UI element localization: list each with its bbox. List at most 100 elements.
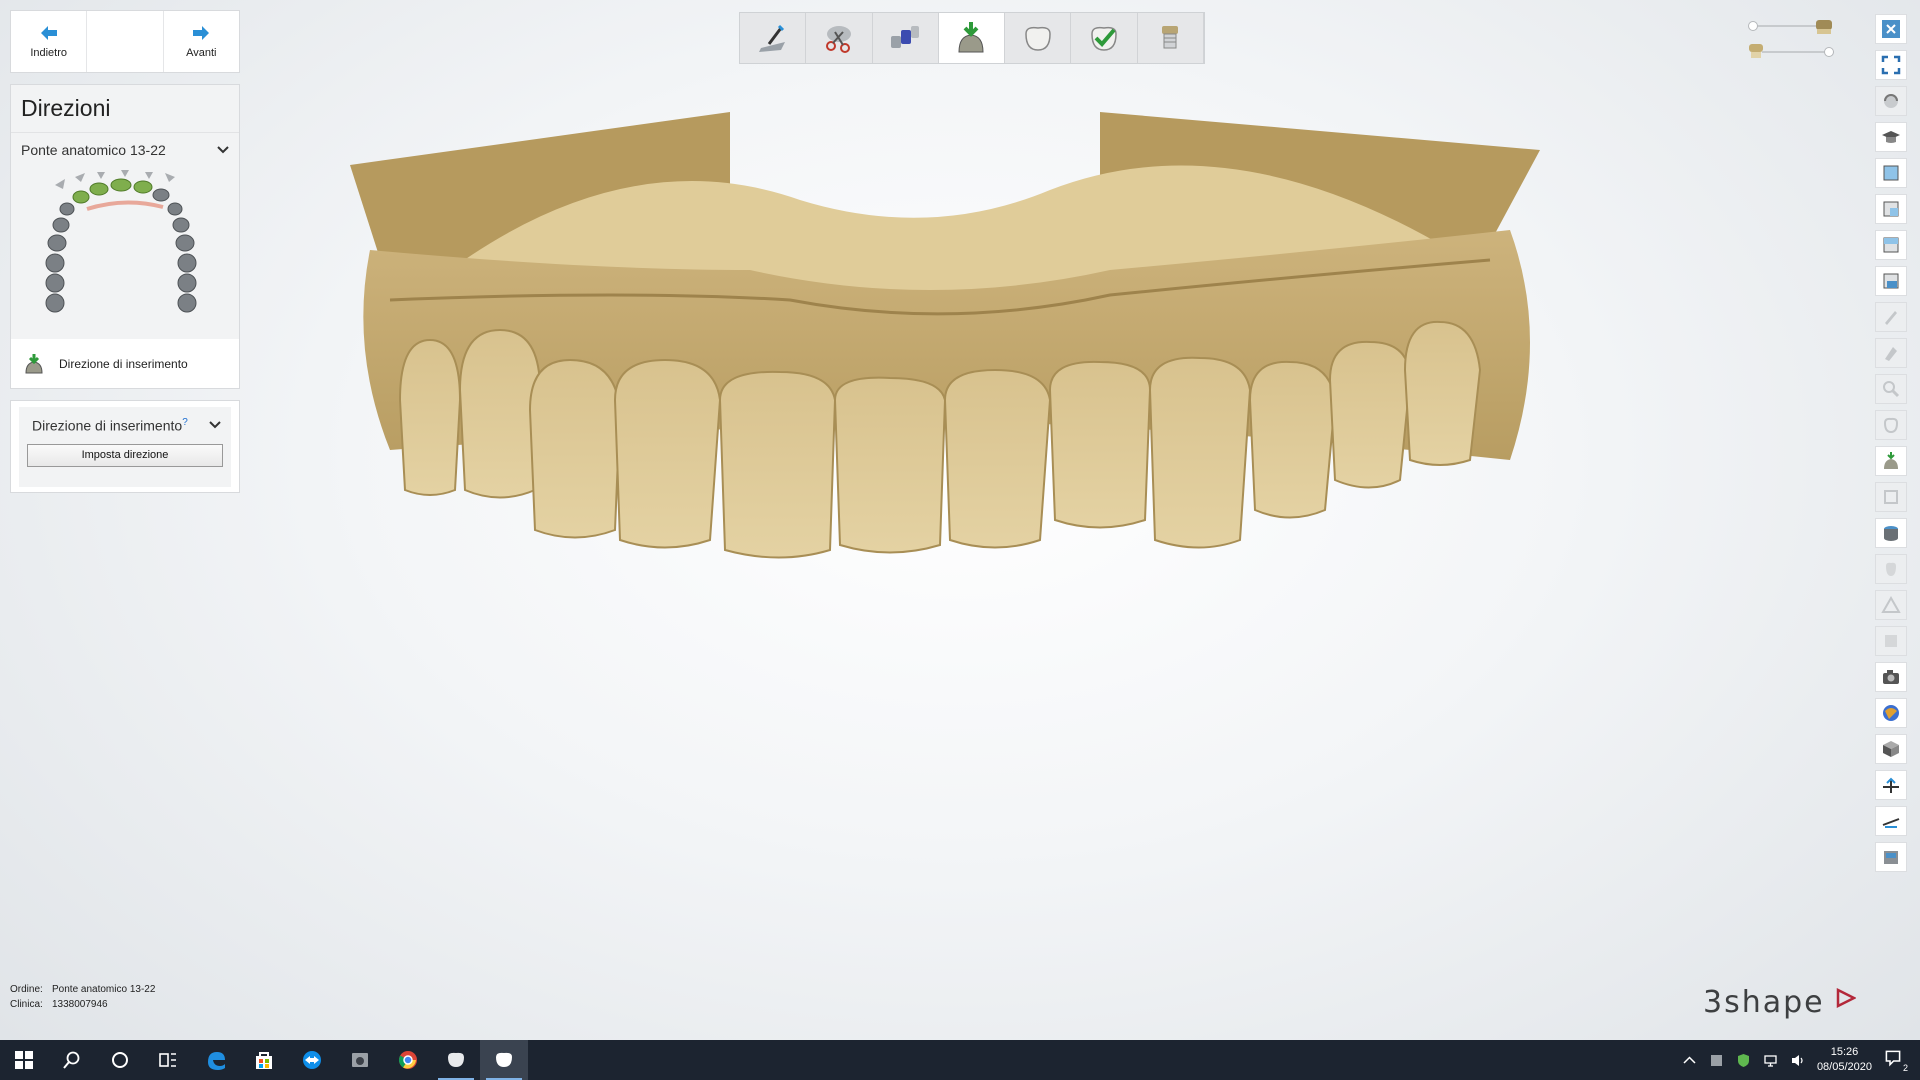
dental-model-viewport[interactable] [330,100,1580,700]
workflow-step-insertion-direction[interactable] [938,13,1006,63]
teamviewer-icon [303,1051,321,1069]
slider-knob[interactable] [1824,47,1834,57]
cube-front-icon [1883,165,1899,181]
cross-section-button[interactable] [1875,770,1907,800]
task-view-button[interactable] [144,1040,192,1080]
order-selector[interactable]: Ponte anatomico 13-22 [11,133,239,167]
fit-view-button[interactable] [1875,50,1907,80]
clipping-tool-button[interactable] [1875,518,1907,548]
tutorial-button[interactable] [1875,122,1907,152]
workflow-toolbar [739,12,1205,64]
nav-spacer [86,11,164,72]
camera-app-icon [352,1053,368,1067]
taskbar-clock[interactable]: 15:26 08/05/2020 [1817,1045,1872,1075]
scanner-button[interactable] [1875,842,1907,872]
clock-date: 08/05/2020 [1816,1061,1872,1073]
taskbar-dental-app[interactable] [432,1040,480,1080]
back-button[interactable]: Indietro [11,11,86,72]
taskbar-dental-app-active[interactable] [480,1040,528,1080]
workflow-step-trim[interactable] [806,13,873,63]
view-side-button[interactable] [1875,194,1907,224]
cortana-button[interactable] [96,1040,144,1080]
system-tray: 15:26 08/05/2020 2 [1682,1040,1920,1080]
insertion-header-text: Direzione di inserimento? [32,417,188,434]
taskbar-store[interactable] [240,1040,288,1080]
ruler-icon [1882,818,1900,828]
volume-icon[interactable] [1790,1053,1805,1068]
insertion-tool-button[interactable] [1875,446,1907,476]
view-top-button[interactable] [1875,230,1907,260]
view-front-button[interactable] [1875,158,1907,188]
color-map-button[interactable] [1875,698,1907,728]
forward-label: Avanti [186,46,217,59]
close-view-button[interactable] [1875,14,1907,44]
export-die-icon [1162,26,1179,49]
close-icon [1882,20,1900,38]
taskbar-camera-app[interactable] [336,1040,384,1080]
shaded-view-button[interactable] [1875,734,1907,764]
die-layer-icon [1749,44,1763,58]
tooth-chart[interactable] [11,167,239,339]
scanner-icon [1884,851,1898,864]
defender-shield-icon[interactable] [1736,1053,1751,1068]
step-insertion-label: Direzione di inserimento [59,357,188,371]
taskbar: 15:26 08/05/2020 2 [0,1040,1920,1080]
tool-disabled-1[interactable] [1875,302,1907,332]
taskbar-teamviewer[interactable] [288,1040,336,1080]
insertion-direction-icon [25,354,43,374]
slider-knob[interactable] [1748,21,1758,31]
search-icon [63,1051,80,1069]
workflow-step-check[interactable] [1071,13,1138,63]
clinic-label: Clinica: [10,999,43,1010]
tool-disabled-6[interactable] [1875,554,1907,584]
workflow-step-margin[interactable] [1005,13,1072,63]
set-direction-button[interactable]: Imposta direzione [27,443,223,467]
antagonist-transparency-slider[interactable] [1762,47,1834,57]
taskbar-edge[interactable] [192,1040,240,1080]
view-bottom-button[interactable] [1875,266,1907,296]
tool-disabled-5[interactable] [1875,482,1907,512]
search-button[interactable] [48,1040,96,1080]
insertion-header-label: Direzione di inserimento [32,417,183,434]
clinic-value: 1338007946 [52,999,108,1010]
trim-scissors-icon [825,26,851,53]
cube-top-icon [1883,237,1899,253]
sculpt-icon [1885,311,1897,325]
frame-icon [1884,490,1898,504]
tray-app-icon[interactable] [1709,1053,1724,1068]
chrome-browser-icon [398,1051,417,1069]
box-icon [1885,635,1897,647]
order-row: Ordine: Ponte anatomico 13-22 [10,982,155,997]
rotate-view-button[interactable] [1875,86,1907,116]
tool-disabled-4[interactable] [1875,410,1907,440]
design-check-icon [1091,26,1117,51]
cube-shaded-icon [1883,741,1899,757]
back-label: Indietro [30,46,68,59]
taskbar-chrome[interactable] [384,1040,432,1080]
workflow-step-export[interactable] [1137,13,1204,63]
step-insertion-direction[interactable]: Direzione di inserimento [11,339,239,389]
help-link[interactable]: ? [182,417,188,428]
tool-disabled-8[interactable] [1875,626,1907,656]
network-icon[interactable] [1763,1053,1778,1068]
right-toolbar [1875,14,1907,872]
tool-disabled-3[interactable] [1875,374,1907,404]
cube-bottom-icon [1883,273,1899,289]
chevron-up-icon[interactable] [1682,1053,1697,1068]
insertion-direction-header[interactable]: Direzione di inserimento? [27,415,223,434]
workflow-step-scan[interactable] [740,13,807,63]
wax-knife-icon [1885,347,1897,361]
tool-disabled-7[interactable] [1875,590,1907,620]
upper-arch-diagram [45,170,197,313]
forward-button[interactable]: Avanti [164,11,239,72]
start-button[interactable] [0,1040,48,1080]
order-label: Ordine: [10,984,43,995]
insertion-direction-group: Direzione di inserimento? Imposta direzi… [19,407,231,487]
workflow-step-segment[interactable] [872,13,939,63]
snapshot-button[interactable] [1875,662,1907,692]
measure-button[interactable] [1875,806,1907,836]
tool-disabled-2[interactable] [1875,338,1907,368]
insertion-direction-panel: Direzione di inserimento? Imposta direzi… [10,400,240,493]
notification-center-button[interactable]: 2 [1884,1049,1908,1073]
cross-section-icon [1883,777,1899,793]
